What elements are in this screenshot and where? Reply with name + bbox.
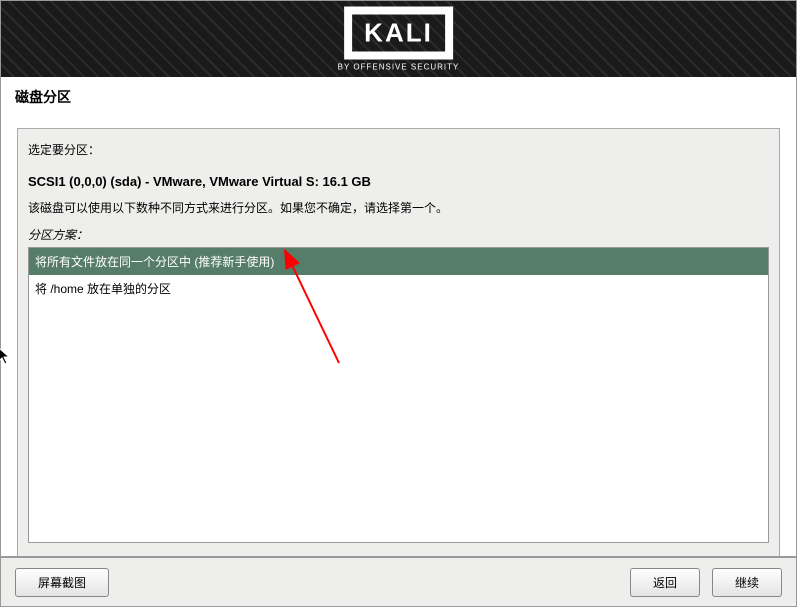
partition-scheme-listbox[interactable]: 将所有文件放在同一个分区中 (推荐新手使用) 将 /home 放在单独的分区 (28, 247, 769, 543)
main-panel: 选定要分区： SCSI1 (0,0,0) (sda) - VMware, VMw… (17, 128, 780, 560)
disk-info: SCSI1 (0,0,0) (sda) - VMware, VMware Vir… (28, 174, 769, 189)
kali-subtitle: BY OFFENSIVE SECURITY (338, 63, 460, 72)
back-button[interactable]: 返回 (630, 568, 700, 597)
instruction-method: 该磁盘可以使用以下数种不同方式来进行分区。如果您不确定，请选择第一个。 (28, 199, 769, 216)
kali-logo-box: KALI (344, 7, 453, 60)
header-banner: KALI BY OFFENSIVE SECURITY (1, 1, 796, 77)
page-title: 磁盘分区 (1, 77, 796, 112)
footer-bar: 屏幕截图 返回 继续 (1, 556, 796, 606)
option-separate-home[interactable]: 将 /home 放在单独的分区 (29, 275, 768, 302)
screenshot-button[interactable]: 屏幕截图 (15, 568, 109, 597)
kali-logo-text: KALI (364, 18, 433, 49)
option-all-in-one[interactable]: 将所有文件放在同一个分区中 (推荐新手使用) (29, 248, 768, 275)
instruction-select: 选定要分区： (28, 141, 769, 158)
logo-container: KALI BY OFFENSIVE SECURITY (338, 7, 460, 72)
scheme-label: 分区方案： (28, 226, 769, 243)
continue-button[interactable]: 继续 (712, 568, 782, 597)
mouse-cursor-icon (0, 347, 12, 365)
